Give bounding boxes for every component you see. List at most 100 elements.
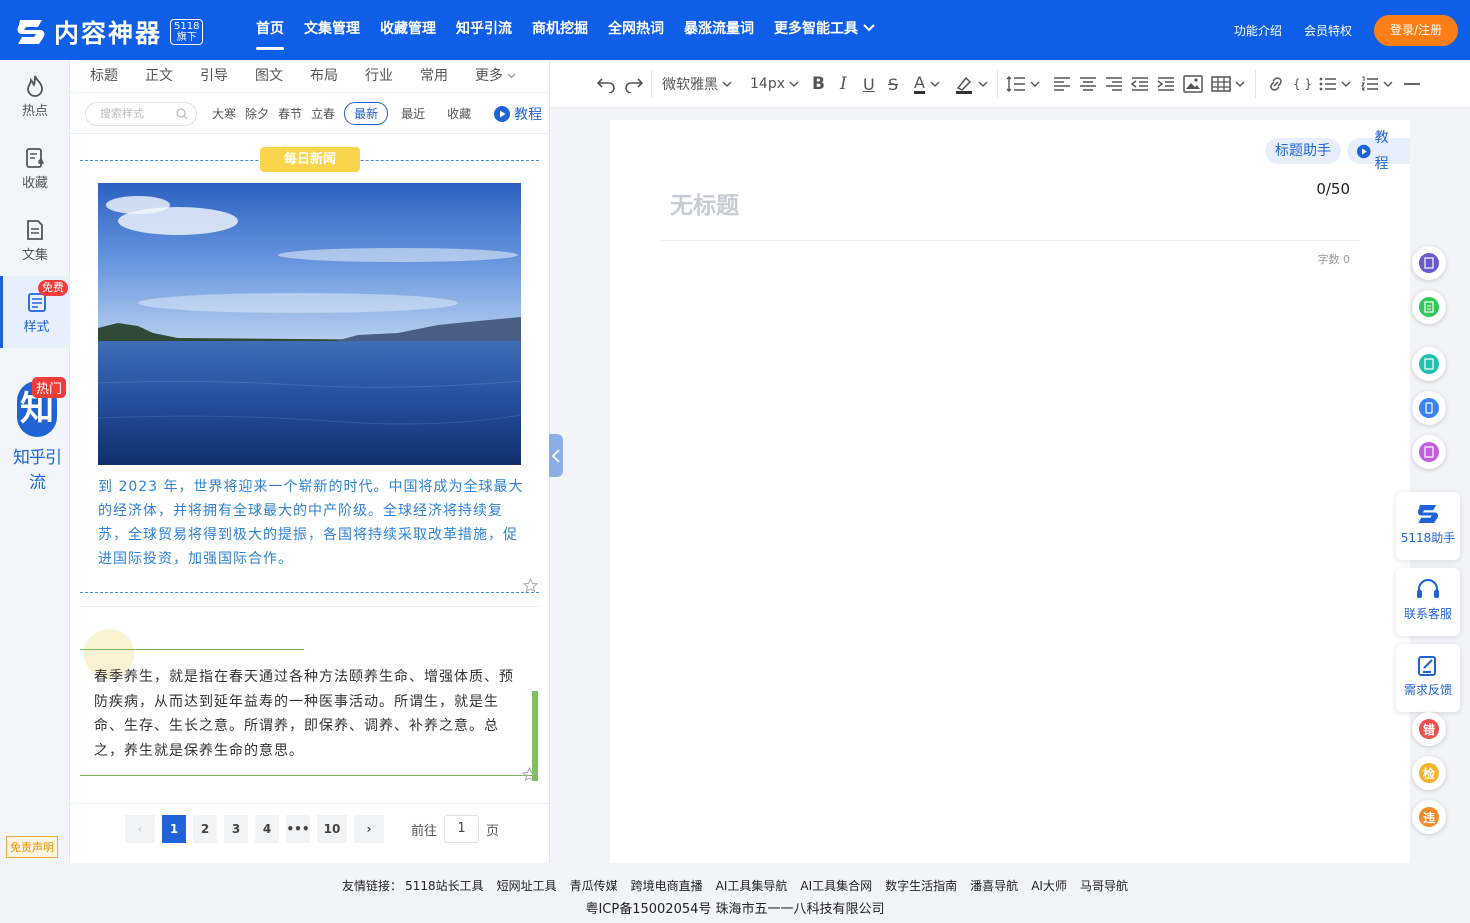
feature-intro-link[interactable]: 功能介绍 xyxy=(1234,22,1282,39)
title-helper-button[interactable]: 标题助手 xyxy=(1265,138,1341,164)
page-1[interactable]: 1 xyxy=(162,815,186,843)
tab-body[interactable]: 正文 xyxy=(145,60,173,92)
bold-button[interactable]: B xyxy=(812,60,825,108)
nav-favorites[interactable]: 收藏管理 xyxy=(370,0,446,60)
footer-link[interactable]: 潘喜导航 xyxy=(970,877,1018,894)
style-card-health[interactable]: 春季养生，就是指在春天通过各种方法颐养生命、增强体质、预防疾病，从而达到延年益寿… xyxy=(80,606,540,806)
sidebar-item-favorites[interactable]: 收藏 xyxy=(0,132,70,202)
footer-link[interactable]: 青瓜传媒 xyxy=(570,877,618,894)
filter-favorites[interactable]: 收藏 xyxy=(438,103,480,124)
assistant-5118-button[interactable]: 5118助手 xyxy=(1396,492,1460,560)
tab-image-text[interactable]: 图文 xyxy=(255,60,283,92)
filter-latest[interactable]: 最新 xyxy=(344,102,389,125)
footer-link[interactable]: AI工具集导航 xyxy=(716,877,788,894)
next-page-button[interactable]: › xyxy=(354,815,384,843)
tag-dahan[interactable]: 大寒 xyxy=(212,105,236,122)
sidebar-item-collections[interactable]: 文集 xyxy=(0,204,70,274)
login-button[interactable]: 登录/注册 xyxy=(1373,15,1458,46)
goto-page-input[interactable]: 1 xyxy=(444,815,480,843)
style-card-news[interactable]: 每日新闻 到 2023 年，世界将迎来一个崭新的时代。中国将成为全球最大的经济体… xyxy=(80,147,540,594)
font-color-button[interactable]: A xyxy=(914,60,940,108)
align-right-button[interactable] xyxy=(1105,60,1123,108)
error-check-button[interactable]: 错 xyxy=(1412,712,1446,746)
tag-chunjie[interactable]: 春节 xyxy=(278,105,302,122)
right-tool-mobile[interactable] xyxy=(1412,391,1446,425)
search-icon[interactable] xyxy=(176,107,188,120)
tag-chuxi[interactable]: 除夕 xyxy=(245,105,269,122)
tag-lichun[interactable]: 立春 xyxy=(311,105,335,122)
page-10[interactable]: 10 xyxy=(317,815,347,843)
nav-surge-words[interactable]: 暴涨流量词 xyxy=(674,0,764,60)
page-4[interactable]: 4 xyxy=(255,815,279,843)
app-logo[interactable]: 内容神器 5118 旗下 xyxy=(14,14,204,50)
insert-image-button[interactable] xyxy=(1183,60,1203,108)
line-height-button[interactable] xyxy=(1006,60,1040,108)
font-family-select[interactable]: 微软雅黑 xyxy=(662,60,732,108)
code-button[interactable]: { } xyxy=(1293,60,1312,108)
strikethrough-button[interactable]: S xyxy=(888,60,898,108)
nav-more-tools[interactable]: 更多智能工具 xyxy=(764,0,885,60)
nav-zhihu[interactable]: 知乎引流 xyxy=(446,0,522,60)
nav-home[interactable]: 首页 xyxy=(256,0,294,60)
membership-link[interactable]: 会员特权 xyxy=(1304,22,1352,39)
italic-button[interactable]: I xyxy=(840,60,847,108)
style-search-input[interactable]: 搜索样式 xyxy=(85,101,197,126)
nav-collections[interactable]: 文集管理 xyxy=(294,0,370,60)
nav-business[interactable]: 商机挖掘 xyxy=(522,0,598,60)
link-button[interactable] xyxy=(1266,60,1286,108)
footer-link[interactable]: 马哥导航 xyxy=(1080,877,1128,894)
violation-check-button[interactable]: 违 xyxy=(1412,800,1446,834)
sidebar-item-styles[interactable]: 免费 样式 xyxy=(0,276,70,348)
star-icon[interactable] xyxy=(522,767,537,782)
right-tool-doc[interactable] xyxy=(1412,246,1446,280)
tutorial-link[interactable]: 教程 xyxy=(494,104,542,124)
inspect-button[interactable]: 检 xyxy=(1412,756,1446,790)
right-tool-purple[interactable] xyxy=(1412,435,1446,469)
tab-layout[interactable]: 布局 xyxy=(310,60,338,92)
bullet-list-button[interactable] xyxy=(1319,60,1351,108)
disclaimer-link[interactable]: 免责声明 xyxy=(6,836,58,858)
redo-button[interactable] xyxy=(624,60,644,108)
title-char-count: 0/50 xyxy=(1316,180,1350,198)
highlight-button[interactable] xyxy=(954,60,988,108)
star-icon[interactable] xyxy=(523,578,538,593)
footer-link[interactable]: 5118站长工具 xyxy=(405,877,484,894)
editor-tutorial-button[interactable]: 教程 xyxy=(1347,130,1410,172)
underline-button[interactable]: U xyxy=(863,60,875,108)
align-left-button[interactable] xyxy=(1053,60,1071,108)
icp-record[interactable]: 粤ICP备15002054号 珠海市五一一八科技有限公司 xyxy=(0,898,1470,917)
page-2[interactable]: 2 xyxy=(193,815,217,843)
numbered-list-button[interactable] xyxy=(1361,60,1393,108)
horizontal-rule-button[interactable] xyxy=(1403,60,1421,108)
collapse-panel-handle[interactable] xyxy=(549,434,563,477)
editor-body[interactable] xyxy=(660,275,1360,845)
feedback-button[interactable]: 需求反馈 xyxy=(1396,644,1460,712)
right-tool-teal[interactable] xyxy=(1412,347,1446,381)
page-ellipsis[interactable]: ••• xyxy=(286,815,310,843)
tab-guide[interactable]: 引导 xyxy=(200,60,228,92)
tab-industry[interactable]: 行业 xyxy=(365,60,393,92)
font-size-select[interactable]: 14px xyxy=(750,60,799,108)
align-center-button[interactable] xyxy=(1079,60,1097,108)
footer-link[interactable]: 短网址工具 xyxy=(497,877,557,894)
indent-button[interactable] xyxy=(1157,60,1175,108)
customer-service-button[interactable]: 联系客服 xyxy=(1396,568,1460,636)
prev-page-button[interactable]: ‹ xyxy=(125,815,155,843)
footer-link[interactable]: AI大师 xyxy=(1031,877,1067,894)
sidebar-item-hot[interactable]: 热点 xyxy=(0,60,70,130)
page-3[interactable]: 3 xyxy=(224,815,248,843)
title-input[interactable]: 无标题 xyxy=(670,186,739,220)
tab-heading[interactable]: 标题 xyxy=(90,60,118,92)
footer-link[interactable]: 数字生活指南 xyxy=(885,877,957,894)
footer-link[interactable]: 跨境电商直播 xyxy=(631,877,703,894)
zhihu-promo[interactable]: 知 热门 知乎引流 xyxy=(6,375,68,493)
undo-button[interactable] xyxy=(596,60,616,108)
outdent-button[interactable] xyxy=(1131,60,1149,108)
filter-recent[interactable]: 最近 xyxy=(392,103,434,124)
insert-table-button[interactable] xyxy=(1211,60,1245,108)
footer-link[interactable]: AI工具集合网 xyxy=(800,877,872,894)
tab-more[interactable]: 更多 xyxy=(475,60,516,92)
tab-common[interactable]: 常用 xyxy=(420,60,448,92)
right-tool-green[interactable] xyxy=(1412,290,1446,324)
nav-hotwords[interactable]: 全网热词 xyxy=(598,0,674,60)
